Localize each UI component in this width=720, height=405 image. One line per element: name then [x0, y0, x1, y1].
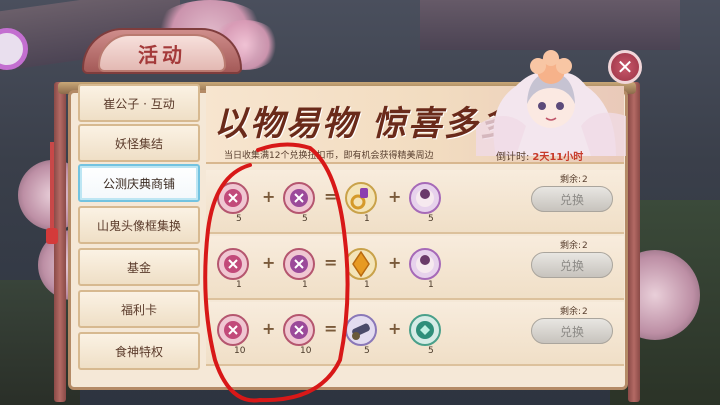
remaining-count: 剩余:2 — [560, 238, 588, 251]
equals-operator: = — [324, 319, 338, 338]
character-portrait — [476, 50, 626, 156]
background-building — [420, 0, 680, 50]
input-quantity: 1 — [302, 280, 308, 290]
exchange-button[interactable]: 兑换 — [531, 318, 613, 344]
exchange-button[interactable]: 兑换 — [531, 252, 613, 278]
cannon-icon[interactable] — [342, 312, 380, 348]
pink-coin-icon[interactable] — [214, 180, 252, 216]
sidebar-item-yokai-gather[interactable]: 妖怪集结 — [78, 124, 200, 162]
ring-icon[interactable] — [342, 180, 380, 216]
output-quantity: 1 — [428, 280, 434, 290]
input-quantity: 5 — [302, 214, 308, 224]
red-tassel-decoration — [46, 142, 58, 244]
window-right-post — [628, 82, 640, 402]
amber-gem-icon[interactable] — [342, 246, 380, 282]
equals-operator: = — [324, 187, 338, 206]
sidebar-item-avatar-frame-exchange[interactable]: 山鬼头像框集换 — [78, 206, 200, 244]
remaining-value: 2 — [582, 307, 588, 317]
sidebar-item-welfare-card[interactable]: 福利卡 — [78, 290, 200, 328]
exchange-button[interactable]: 兑换 — [531, 186, 613, 212]
window-title: 活动 — [138, 42, 186, 67]
countdown-label: 倒计时: — [496, 152, 530, 163]
avatar-token-icon[interactable] — [406, 180, 444, 216]
plus-operator: + — [388, 319, 402, 338]
input-quantity: 1 — [236, 280, 242, 290]
remaining-count: 剩余:2 — [560, 304, 588, 317]
event-banner: 以物易物 惊喜多多! 当日收集满12个兑换扭扣币，即有机会获得精美周边 倒计时:… — [206, 50, 626, 164]
remaining-label: 剩余: — [560, 175, 582, 185]
remaining-count: 剩余:2 — [560, 172, 588, 185]
plus-operator: + — [262, 319, 276, 338]
remaining-value: 2 — [582, 175, 588, 185]
exchange-content: 以物易物 惊喜多多! 当日收集满12个兑换扭扣币，即有机会获得精美周边 倒计时:… — [206, 50, 626, 386]
equals-operator: = — [324, 253, 338, 272]
activity-window: 活动 崔公子 · 互动 妖怪集结 公测庆典商铺 山鬼头像框集换 基金 福利卡 食… — [46, 28, 640, 402]
close-button[interactable]: ✕ — [608, 50, 642, 84]
remaining-value: 2 — [582, 241, 588, 251]
sidebar-item-fund[interactable]: 基金 — [78, 248, 200, 286]
sidebar-item-launch-shop[interactable]: 公测庆典商铺 — [78, 164, 200, 202]
output-quantity: 5 — [364, 346, 370, 356]
pink-coin-icon[interactable] — [280, 180, 318, 216]
output-quantity: 5 — [428, 214, 434, 224]
sidebar-item-chef-privilege[interactable]: 食神特权 — [78, 332, 200, 370]
input-quantity: 10 — [300, 346, 312, 356]
input-quantity: 10 — [234, 346, 246, 356]
output-quantity: 1 — [364, 280, 370, 290]
output-quantity: 1 — [364, 214, 370, 224]
plus-operator: + — [388, 187, 402, 206]
plus-operator: + — [262, 253, 276, 272]
pink-coin-icon[interactable] — [214, 246, 252, 282]
plus-operator: + — [262, 187, 276, 206]
banner-subtitle: 当日收集满12个兑换扭扣币，即有机会获得精美周边 — [224, 151, 434, 161]
avatar-token-icon[interactable] — [406, 246, 444, 282]
countdown: 倒计时: 2天11小时 — [496, 148, 583, 163]
window-title-plaque: 活动 — [98, 34, 226, 72]
input-quantity: 5 — [236, 214, 242, 224]
exchange-row: 1 + 1 = 1 + 1 剩余:2 兑换 — [206, 236, 624, 300]
exchange-row: 5 + 5 = 1 + 5 剩余:2 兑换 — [206, 170, 624, 234]
plus-operator: + — [388, 253, 402, 272]
sidebar-item-cui-interaction[interactable]: 崔公子 · 互动 — [78, 84, 200, 122]
pink-coin-icon[interactable] — [280, 246, 318, 282]
pink-coin-icon[interactable] — [214, 312, 252, 348]
countdown-value: 2天11小时 — [532, 152, 584, 163]
pink-coin-icon[interactable] — [280, 312, 318, 348]
close-icon: ✕ — [616, 55, 634, 79]
output-quantity: 5 — [428, 346, 434, 356]
exchange-row: 10 + 10 = 5 + 5 剩余:2 兑换 — [206, 302, 624, 366]
jade-token-icon[interactable] — [406, 312, 444, 348]
activity-sidebar: 崔公子 · 互动 妖怪集结 公测庆典商铺 山鬼头像框集换 基金 福利卡 食神特权 — [78, 84, 200, 384]
remaining-label: 剩余: — [560, 241, 582, 251]
remaining-label: 剩余: — [560, 307, 582, 317]
